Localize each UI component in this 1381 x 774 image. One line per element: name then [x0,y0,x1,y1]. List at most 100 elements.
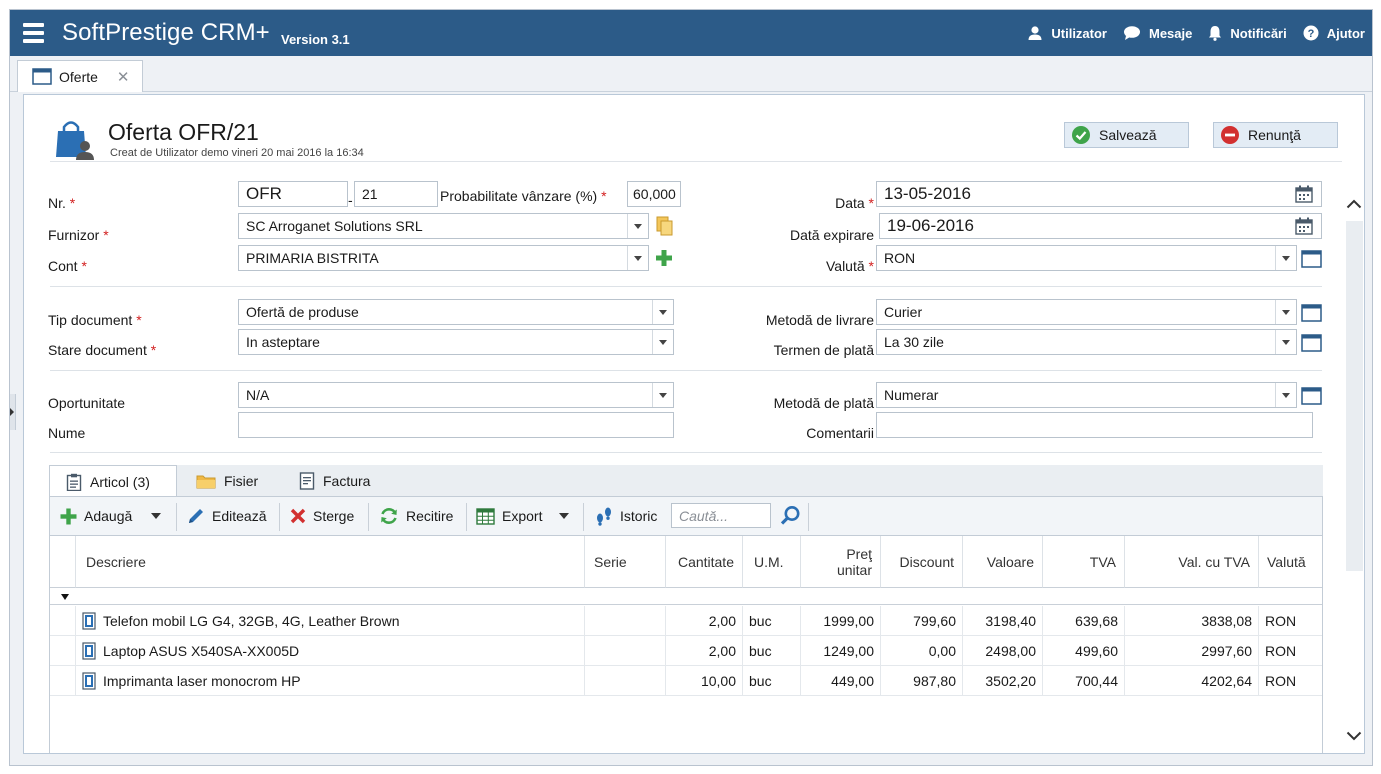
subtabs: Articol (3) Fisier Factura [49,465,1323,497]
doc-state-label: Stare document * [48,342,157,358]
toolbar-separator [466,503,467,531]
chevron-down-icon[interactable] [1275,246,1296,270]
window-icon[interactable] [1301,387,1322,405]
vertical-scrollbar[interactable] [1343,181,1364,751]
supplier-label: Furnizor * [48,227,109,243]
cell-descriere: Laptop ASUS X540SA-XX005D [76,636,585,666]
window-icon[interactable] [1301,304,1322,322]
user-menu[interactable]: Utilizator [1027,25,1107,41]
user-label: Utilizator [1051,25,1107,41]
messages-menu[interactable]: Mesaje [1123,25,1192,41]
export-button[interactable]: Export [476,497,542,535]
chevron-down-icon [151,513,161,519]
delete-x-icon [290,508,306,524]
table-row[interactable]: Laptop ASUS X540SA-XX005D 2,00 buc 1249,00 0… [50,636,1322,666]
window-icon[interactable] [1301,250,1322,268]
currency-select[interactable]: RON [876,245,1297,271]
delete-button[interactable]: Sterge [290,497,354,535]
chevron-down-icon[interactable] [627,246,648,270]
copy-folder-icon[interactable] [655,216,673,236]
table-row[interactable]: Telefon mobil LG G4, 32GB, 4G, Leather B… [50,606,1322,636]
cell-discount: 799,60 [881,606,963,636]
add-button[interactable]: Adaugă [60,497,132,535]
payment-method-label: Metodă de plată [773,395,874,411]
probability-field[interactable]: 60,000 [627,181,681,207]
chevron-down-icon[interactable] [1275,330,1296,354]
cell-um-text: buc [749,673,772,689]
expand-triangle-icon[interactable] [61,594,69,600]
payment-term-select[interactable]: La 30 zile [876,329,1297,355]
chevron-down-icon[interactable] [652,330,673,354]
chevron-up-icon[interactable] [1346,199,1362,209]
add-dropdown-arrow[interactable] [150,497,162,535]
toolbar-separator [279,503,280,531]
calendar-icon[interactable] [1295,185,1313,203]
name-field[interactable] [238,412,674,438]
edit-button[interactable]: Editează [187,497,266,535]
column-header-tva[interactable]: TVA [1043,536,1125,588]
reload-button[interactable]: Recitire [379,497,453,535]
column-header-descriere[interactable]: Descriere [76,536,585,588]
scrollbar-thumb[interactable] [1346,221,1363,571]
row-indicator [50,666,76,696]
cell-discount-text: 987,80 [913,673,956,689]
table-row[interactable]: Imprimanta laser monocrom HP 10,00 buc 449,… [50,666,1322,696]
nr-prefix-field[interactable]: OFR [238,181,348,207]
export-dropdown-arrow[interactable] [558,497,570,535]
opportunity-value: N/A [246,387,270,403]
cell-pret-unitar: 1249,00 [801,636,881,666]
close-tab-icon[interactable]: ✕ [117,68,130,86]
column-header-cantitate[interactable]: Cantitate [666,536,743,588]
chevron-down-icon[interactable] [627,214,648,238]
account-select[interactable]: PRIMARIA BISTRITA [238,245,649,271]
column-header-pret-unitar[interactable]: Preţ unitar [801,536,881,588]
payment-method-select[interactable]: Numerar [876,382,1297,408]
hamburger-menu-icon[interactable] [23,23,44,43]
cell-val-cu-tva: 2997,60 [1125,636,1259,666]
cell-valoare-text: 2498,00 [985,643,1036,659]
tab-oferte[interactable]: Oferte ✕ [17,60,143,92]
supplier-select[interactable]: SC Arroganet Solutions SRL [238,213,649,239]
column-header-um[interactable]: U.M. [743,536,801,588]
chevron-down-icon[interactable] [652,300,673,324]
save-button[interactable]: Salvează [1064,122,1189,148]
chevron-down-icon[interactable] [1275,383,1296,407]
user-icon [1028,26,1042,40]
tab-fisier[interactable]: Fisier [180,465,280,496]
column-header-serie[interactable]: Serie [585,536,666,588]
doc-state-select[interactable]: In asteptare [238,329,674,355]
window-icon[interactable] [1301,334,1322,352]
column-header-val-cu-tva[interactable]: Val. cu TVA [1125,536,1259,588]
date-field[interactable]: 13-05-2016 [876,181,1322,207]
search-icon[interactable] [780,505,801,526]
column-header-valuta[interactable]: Valută [1259,536,1322,588]
opportunity-select[interactable]: N/A [238,382,674,408]
delivery-select[interactable]: Curier [876,299,1297,325]
history-button[interactable]: Istoric [595,497,657,535]
add-account-icon[interactable] [655,249,673,267]
tab-factura[interactable]: Factura [283,465,403,496]
tab-articol[interactable]: Articol (3) [49,465,177,497]
comments-field[interactable] [876,412,1313,438]
chevron-down-icon[interactable] [1275,300,1296,324]
chevron-down-icon[interactable] [652,383,673,407]
expiry-label: Dată expirare [789,227,874,243]
sidebar-collapse-handle[interactable] [10,394,16,430]
nr-number-field[interactable]: 21 [354,181,438,207]
window-icon [32,68,52,85]
search-input[interactable]: Caută... [671,503,771,528]
date-label: Data * [835,195,874,211]
spreadsheet-icon [476,507,495,525]
expiry-field[interactable]: 19-06-2016 [879,213,1322,239]
chevron-down-icon[interactable] [1346,731,1362,741]
calendar-icon[interactable] [1295,217,1313,235]
top-bar: SoftPrestige CRM+ Version 3.1 Utilizator… [10,10,1372,56]
cell-tva-text: 639,68 [1075,613,1118,629]
column-header-discount[interactable]: Discount [881,536,963,588]
column-header-valoare[interactable]: Valoare [963,536,1043,588]
help-menu[interactable]: ? Ajutor [1303,25,1365,41]
notifications-menu[interactable]: Notificări [1208,25,1287,41]
cancel-button[interactable]: Renunţă [1213,122,1338,148]
doc-type-select[interactable]: Ofertă de produse [238,299,674,325]
date-value: 13-05-2016 [884,184,971,203]
